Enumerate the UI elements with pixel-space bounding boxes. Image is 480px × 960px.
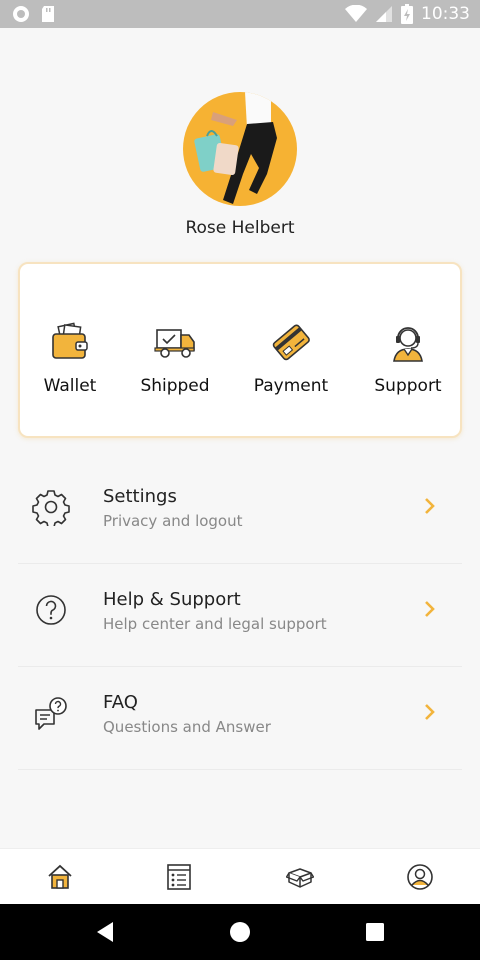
payment-label: Payment <box>253 376 329 396</box>
credit-card-icon <box>272 324 310 361</box>
menu-item-faq[interactable]: FAQ Questions and Answer <box>18 666 462 770</box>
notification-circle-icon <box>13 6 29 22</box>
shipped-label: Shipped <box>140 376 210 396</box>
home-icon <box>48 864 72 889</box>
support-action[interactable]: Support <box>358 320 458 396</box>
sd-card-icon <box>42 6 54 22</box>
system-home-button[interactable] <box>228 920 252 944</box>
chevron-right-icon <box>425 704 435 720</box>
system-back-button[interactable] <box>93 920 117 944</box>
bottom-navigation <box>0 848 480 904</box>
support-label: Support <box>374 376 442 396</box>
nav-profile-button[interactable] <box>405 862 435 892</box>
menu-item-subtitle: Help center and legal support <box>103 615 327 633</box>
payment-action[interactable]: Payment <box>241 320 341 396</box>
headset-agent-icon <box>393 327 423 362</box>
menu-item-help-support[interactable]: Help & Support Help center and legal sup… <box>18 563 462 667</box>
back-triangle-icon <box>97 922 113 942</box>
chat-question-icon <box>35 697 67 730</box>
signal-icon <box>376 6 392 22</box>
status-time: 10:33 <box>421 4 470 24</box>
recents-square-icon <box>366 923 384 941</box>
delivery-truck-icon <box>154 329 195 358</box>
nav-products-button[interactable] <box>285 862 315 892</box>
profile-icon <box>407 864 433 890</box>
battery-icon <box>401 4 413 24</box>
system-navigation-bar <box>0 904 480 960</box>
chevron-right-icon <box>425 498 435 514</box>
avatar[interactable] <box>183 92 297 206</box>
status-bar: 10:33 <box>0 0 480 28</box>
nav-orders-button[interactable] <box>164 862 194 892</box>
list-icon <box>167 864 191 890</box>
menu-item-settings[interactable]: Settings Privacy and logout <box>18 460 462 564</box>
menu-item-title: Settings <box>103 486 177 507</box>
menu-item-title: Help & Support <box>103 589 241 610</box>
system-recents-button[interactable] <box>363 920 387 944</box>
gear-icon <box>32 490 70 526</box>
wallet-action[interactable]: Wallet <box>20 320 120 396</box>
menu-item-subtitle: Questions and Answer <box>103 718 271 736</box>
profile-name: Rose Helbert <box>185 218 295 238</box>
menu-item-subtitle: Privacy and logout <box>103 512 243 530</box>
nav-home-button[interactable] <box>45 862 75 892</box>
menu-item-title: FAQ <box>103 692 138 713</box>
chevron-right-icon <box>425 601 435 617</box>
shipped-action[interactable]: Shipped <box>125 320 225 396</box>
quick-actions-card: Wallet Shipped Payment Support <box>18 262 462 438</box>
wallet-icon <box>52 322 88 359</box>
profile-section: Rose Helbert <box>0 92 480 238</box>
box-icon <box>286 868 314 888</box>
wifi-icon <box>345 5 367 22</box>
home-circle-icon <box>230 922 250 942</box>
wallet-label: Wallet <box>43 376 97 396</box>
question-circle-icon <box>36 595 66 625</box>
